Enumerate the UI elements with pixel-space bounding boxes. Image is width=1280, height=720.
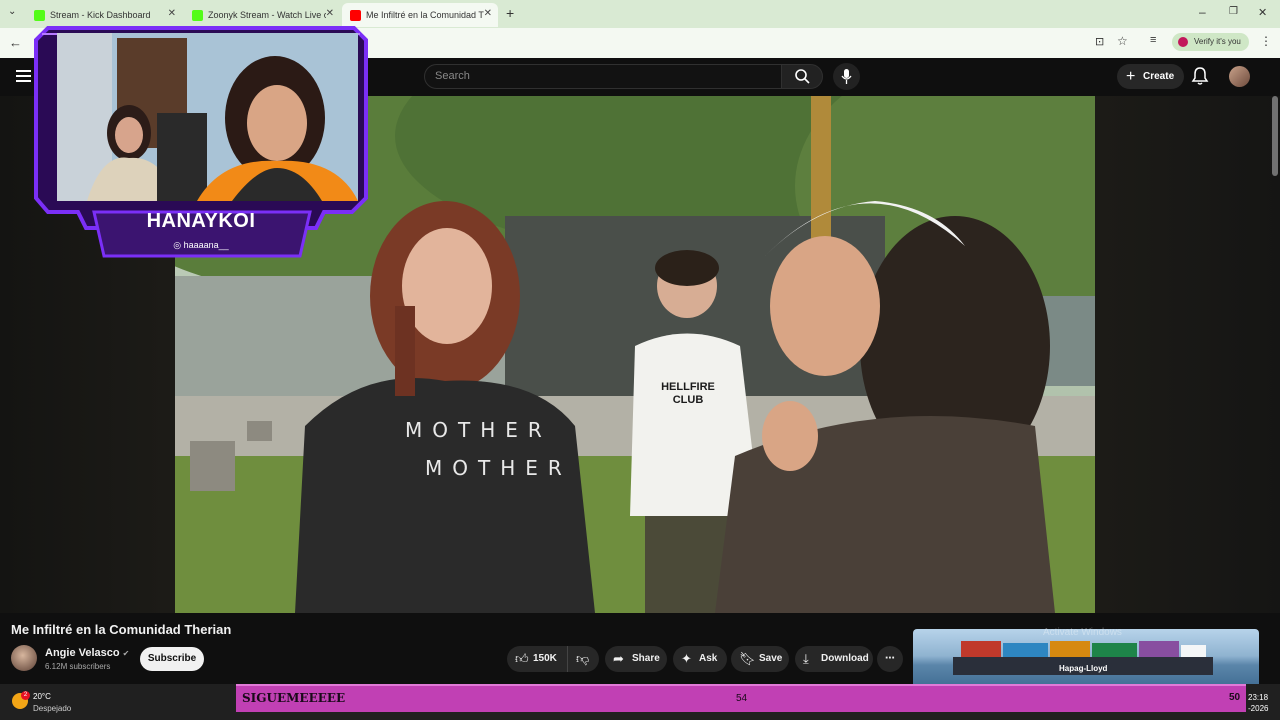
save-button[interactable]: 🔖︎ Save (731, 646, 789, 672)
microphone-icon (841, 69, 852, 84)
taskbar-clock[interactable]: 23:18 -2026 (1248, 692, 1268, 714)
maximize-icon[interactable]: ❐ (1229, 6, 1238, 17)
close-window-icon[interactable]: ✕ (1258, 6, 1267, 19)
channel-name-text: Angie Velasco (45, 647, 120, 659)
tab-title: Stream - Kick Dashboard (50, 10, 151, 20)
verify-profile-button[interactable]: Verify it's you (1172, 33, 1249, 51)
like-count: 150K (533, 653, 557, 664)
share-button[interactable]: ➦ Share (605, 646, 667, 672)
verify-label: Verify it's you (1194, 37, 1241, 46)
webcam-feed (57, 33, 358, 201)
windows-activation-watermark: Activate Windows (1043, 627, 1122, 638)
shirt-text-line1: MOTHER (405, 418, 552, 442)
more-actions-button[interactable]: ⋯ (877, 646, 903, 672)
share-label: Share (632, 653, 660, 664)
ad-brand-label: Hapag-Lloyd (1059, 664, 1108, 673)
cargo-ship-image (953, 641, 1213, 675)
channel-avatar[interactable] (11, 645, 37, 671)
handle-text: haaaana__ (183, 240, 229, 250)
tab-title: Me Infiltré en la Comunidad Therian (366, 10, 484, 20)
account-avatar[interactable] (1229, 66, 1250, 87)
share-arrow-icon: ➦ (613, 651, 624, 666)
weather-condition: Despejado (33, 704, 72, 713)
sparkle-icon: ✦ (681, 651, 692, 666)
reading-list-icon[interactable]: ≡ (1150, 34, 1156, 46)
new-tab-icon[interactable]: + (506, 5, 514, 21)
minimize-icon[interactable]: – (1199, 5, 1206, 19)
menu-dots-icon[interactable]: ⋮ (1260, 34, 1272, 48)
youtube-favicon-icon (350, 9, 361, 21)
close-tab-icon[interactable]: ✕ (484, 8, 492, 19)
bookmark-icon: 🔖︎ (739, 651, 756, 666)
save-label: Save (759, 653, 783, 664)
hamburger-menu-icon[interactable] (16, 70, 31, 82)
stream-ticker-bar: SIGUEMEEEEE 54 50 (236, 684, 1246, 712)
bookmark-star-icon[interactable]: ☆ (1117, 34, 1128, 48)
streamer-name: HANAYKOI (146, 210, 256, 232)
back-icon[interactable]: ← (9, 35, 22, 50)
search-button[interactable] (781, 64, 823, 89)
download-label: Download (821, 653, 869, 664)
plus-icon: + (1126, 68, 1136, 85)
verified-badge-icon: ✔ (122, 649, 130, 658)
ticker-count-mid: 54 (736, 693, 748, 704)
search-input[interactable]: Search (424, 64, 782, 89)
tab-title: Zoonyk Stream - Watch Live on Kick (208, 10, 326, 20)
search-icon (795, 69, 810, 84)
ask-label: Ask (699, 653, 718, 664)
notifications-bell-icon[interactable] (1190, 66, 1210, 86)
close-tab-icon[interactable]: ✕ (168, 8, 176, 19)
kick-favicon-icon (192, 9, 203, 21)
subscriber-count: 6.12M subscribers (45, 662, 111, 671)
more-dots-icon: ⋯ (885, 653, 895, 664)
create-label: Create (1143, 71, 1175, 82)
shirt-club-text: HELLFIRE CLUB (661, 381, 715, 406)
tab-search-icon[interactable]: ⌄ (8, 6, 16, 17)
ad-thumbnail[interactable] (913, 629, 1259, 689)
create-button[interactable]: + Create (1117, 64, 1185, 89)
thumbs-down-icon: 👎︎ (576, 651, 590, 666)
dislike-button[interactable]: 👎︎ (567, 646, 599, 672)
close-tab-icon[interactable]: ✕ (326, 8, 334, 19)
weather-temperature: 20°C (33, 692, 51, 701)
ask-button[interactable]: ✦ Ask (673, 646, 727, 672)
page-scrollbar[interactable] (1272, 96, 1278, 176)
kick-favicon-icon (34, 9, 45, 21)
instagram-icon: ◎ (173, 240, 184, 250)
profile-icon (1178, 37, 1188, 47)
ticker-count-right: 50 (1229, 692, 1241, 703)
install-app-icon[interactable]: ⊡ (1095, 35, 1104, 48)
thumbs-up-icon: 👍︎ (515, 651, 529, 666)
channel-name[interactable]: Angie Velasco ✔ (45, 647, 129, 659)
video-title: Me Infiltré en la Comunidad Therian (11, 622, 232, 637)
download-button[interactable]: ⤓ Download (795, 646, 873, 672)
voice-search-button[interactable] (833, 63, 860, 90)
ticker-message: SIGUEMEEEEE (242, 691, 346, 705)
clock-date: -2026 (1248, 704, 1269, 713)
webcam-scene (57, 33, 358, 201)
like-button[interactable]: 👍︎ 150K (507, 646, 567, 672)
weather-alert-badge: 2 (21, 691, 30, 700)
instagram-handle: ◎ haaaana__ (100, 240, 302, 251)
shirt-text-line2: MOTHER (425, 456, 572, 480)
clock-time: 23:18 (1248, 693, 1269, 702)
download-icon: ⤓ (803, 651, 809, 666)
subscribe-button[interactable]: Subscribe (140, 647, 204, 671)
